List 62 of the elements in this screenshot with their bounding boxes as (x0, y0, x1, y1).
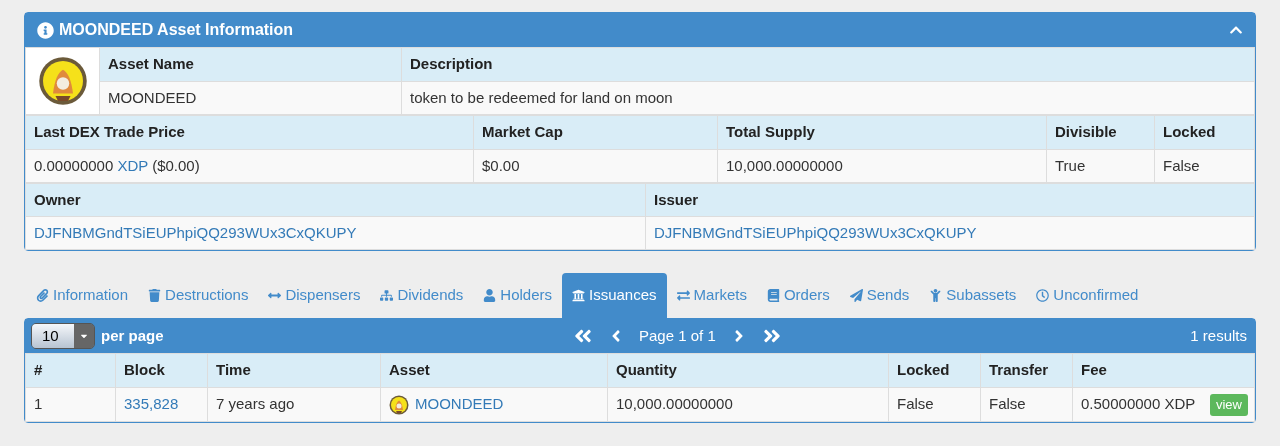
table-cell: 10,000.00000000 (717, 149, 1047, 183)
figure-icon (929, 289, 943, 302)
tab[interactable]: Subassets (919, 273, 1027, 318)
page-label: Page 1 of 1 (639, 325, 716, 346)
column-header: Quantity (607, 353, 889, 388)
column-header: Market Cap (473, 115, 718, 150)
trash-icon (148, 289, 162, 302)
column-header: Issuer (645, 183, 1255, 217)
fee-text: 0.50000000 XDP (1081, 394, 1196, 415)
currency-link[interactable]: XDP (117, 156, 148, 174)
tab[interactable]: Orders (756, 273, 840, 318)
tab[interactable]: Unconfirmed (1026, 273, 1149, 318)
asset-logo (37, 56, 88, 106)
column-header: # (25, 353, 116, 388)
column-header: Transfer (980, 353, 1073, 388)
per-page-label: per page (101, 325, 164, 346)
tab[interactable]: Sends (839, 273, 920, 318)
book-icon (766, 289, 780, 302)
column-header: Divisible (1046, 115, 1155, 150)
bank-icon (572, 289, 585, 302)
column-header: Asset Name (99, 47, 402, 82)
asset-icon (389, 394, 409, 415)
per-page-select[interactable]: 10 (31, 323, 95, 349)
results-count: 1 results (1190, 325, 1248, 346)
column-header: Locked (888, 353, 981, 388)
tab[interactable]: Dispensers (258, 273, 371, 318)
hierarchy-icon (380, 289, 394, 302)
table-cell: 7 years ago (207, 387, 381, 422)
column-header: Description (401, 47, 1255, 82)
column-header: Fee (1072, 353, 1255, 388)
column-header: Total Supply (717, 115, 1047, 150)
column-header: Owner (25, 183, 646, 217)
tab[interactable]: Dividends (370, 273, 474, 318)
info-icon (37, 21, 54, 39)
column-header: Locked (1154, 115, 1255, 150)
tab[interactable]: Information (26, 273, 139, 318)
paper-plane-icon (849, 289, 863, 302)
view-button[interactable]: view (1210, 393, 1248, 416)
price-usd: ($0.00) (152, 156, 200, 174)
tab[interactable]: Destructions (138, 273, 259, 318)
column-header: Time (207, 353, 381, 388)
price-amount: 0.00000000 (34, 156, 114, 174)
column-header: Block (115, 353, 208, 388)
column-header: Asset (380, 353, 608, 388)
table-cell: 1 (25, 387, 116, 422)
column-header: Last DEX Trade Price (25, 115, 474, 150)
exchange-icon (676, 289, 690, 302)
tab[interactable]: Issuances (562, 273, 667, 318)
paperclip-icon (36, 289, 49, 302)
table-cell: True (1046, 149, 1155, 183)
panel-title: MOONDEED Asset Information (59, 20, 294, 40)
table-cell: token to be redeemed for land on moon (401, 81, 1255, 115)
table-cell: False (980, 387, 1073, 422)
clock-icon (1036, 289, 1050, 302)
table-cell: $0.00 (473, 149, 718, 183)
table-cell: MOONDEED (99, 81, 402, 115)
tab[interactable]: Markets (666, 273, 757, 318)
user-icon (483, 289, 497, 302)
table-cell: False (1154, 149, 1255, 183)
table-cell: 10,000.00000000 (607, 387, 889, 422)
tab[interactable]: Holders (473, 273, 562, 318)
table-cell: False (888, 387, 981, 422)
